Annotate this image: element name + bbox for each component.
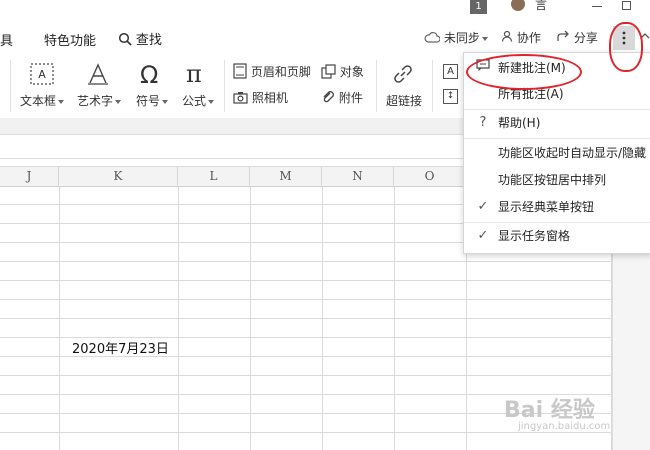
formula-button[interactable]: 公式 xyxy=(182,92,215,109)
checkmark-icon: ✓ xyxy=(477,199,489,214)
textbox-icon: A xyxy=(30,63,54,85)
help-icon: ? xyxy=(479,115,487,130)
menu-item-help[interactable]: ? 帮助(H) xyxy=(464,110,650,136)
column-header-n[interactable]: N xyxy=(322,167,394,186)
cloud-icon xyxy=(424,32,441,43)
cell-k-date[interactable]: 2020年7月23日 xyxy=(72,338,169,357)
tab-tools[interactable]: 具 xyxy=(0,30,13,49)
textbox-button[interactable]: 文本框 xyxy=(20,92,65,109)
menu-item-auto-show[interactable]: 功能区收起时自动显示/隐藏 xyxy=(464,140,650,166)
column-header-k[interactable]: K xyxy=(59,167,178,186)
tab-find[interactable]: 查找 xyxy=(118,29,162,48)
sync-status[interactable]: 未同步 xyxy=(424,29,488,46)
auto-show-label: 功能区收起时自动显示/隐藏 xyxy=(498,146,647,160)
art-text-icon xyxy=(88,63,108,85)
pi-icon[interactable]: π xyxy=(186,60,202,88)
camera-icon xyxy=(233,92,248,104)
art-text-button[interactable]: 艺术字 xyxy=(77,92,122,109)
user-icon xyxy=(501,30,513,42)
title-bar: 1 言 xyxy=(0,0,650,22)
minimize-icon[interactable] xyxy=(592,6,602,7)
symbol-button[interactable]: 符号 xyxy=(136,92,169,109)
attachment-label: 附件 xyxy=(338,91,363,105)
camera-label: 照相机 xyxy=(251,91,288,105)
collab-label: 协作 xyxy=(516,31,541,45)
tab-special-features[interactable]: 特色功能 xyxy=(44,30,96,49)
header-footer-button[interactable]: 页眉和页脚 xyxy=(233,63,311,80)
formula-label: 公式 xyxy=(182,94,207,108)
art-text-label: 艺术字 xyxy=(77,94,114,108)
title-label: 言 xyxy=(535,0,548,12)
symbol-label: 符号 xyxy=(136,94,161,108)
column-header-o[interactable]: O xyxy=(394,167,466,186)
share-label: 分享 xyxy=(573,31,598,45)
object-icon xyxy=(321,64,336,79)
checkmark-icon: ✓ xyxy=(477,228,489,243)
help-label: 帮助(H) xyxy=(498,116,541,130)
header-footer-label: 页眉和页脚 xyxy=(250,65,311,79)
menu-item-task-pane[interactable]: ✓ 显示任务窗格 xyxy=(464,223,650,249)
search-icon xyxy=(118,32,132,46)
share-icon xyxy=(557,30,569,41)
window-count-badge[interactable]: 1 xyxy=(470,0,487,14)
user-avatar[interactable] xyxy=(511,0,525,11)
tab-find-label: 查找 xyxy=(135,33,162,48)
center-buttons-label: 功能区按钮居中排列 xyxy=(498,173,607,187)
textbox-label: 文本框 xyxy=(20,94,57,108)
attachment-button[interactable]: 附件 xyxy=(321,89,363,106)
sync-label: 未同步 xyxy=(443,31,480,45)
menu-item-classic-menu[interactable]: ✓ 显示经典菜单按钮 xyxy=(464,194,650,220)
object-label: 对象 xyxy=(339,65,364,79)
text-a-icon[interactable]: A xyxy=(443,64,458,79)
annotation-circle-new-comment xyxy=(466,54,582,90)
camera-button[interactable]: 照相机 xyxy=(233,89,288,106)
menu-item-center-buttons[interactable]: 功能区按钮居中排列 xyxy=(464,167,650,193)
hyperlink-button[interactable]: 超链接 xyxy=(386,92,422,109)
annotation-circle-more-button xyxy=(609,22,643,72)
watermark-url: jingyan.baidu.com xyxy=(518,421,611,432)
textbox-button-icon[interactable]: A xyxy=(30,63,54,88)
svg-text:A: A xyxy=(38,68,46,81)
column-header-m[interactable]: M xyxy=(250,167,322,186)
omega-icon[interactable]: Ω xyxy=(140,61,158,89)
classic-menu-label: 显示经典菜单按钮 xyxy=(498,200,595,214)
page-icon xyxy=(233,63,247,79)
paperclip-icon xyxy=(323,91,334,103)
link-icon xyxy=(394,65,412,83)
collab-button[interactable]: 协作 xyxy=(501,29,541,46)
column-header-l[interactable]: L xyxy=(178,167,250,186)
task-pane-label: 显示任务窗格 xyxy=(498,229,571,243)
column-header-j[interactable]: J xyxy=(0,167,59,186)
menu-tabs xyxy=(0,22,650,54)
hyperlink-button-icon[interactable] xyxy=(391,62,415,89)
object-button[interactable]: 对象 xyxy=(321,63,364,80)
wrap-icon[interactable]: ↕ xyxy=(443,89,458,104)
watermark-logo: Bai 经验 xyxy=(504,398,595,423)
art-text-button-icon[interactable] xyxy=(86,62,110,89)
share-button[interactable]: 分享 xyxy=(557,29,598,46)
restore-icon[interactable] xyxy=(622,1,631,10)
